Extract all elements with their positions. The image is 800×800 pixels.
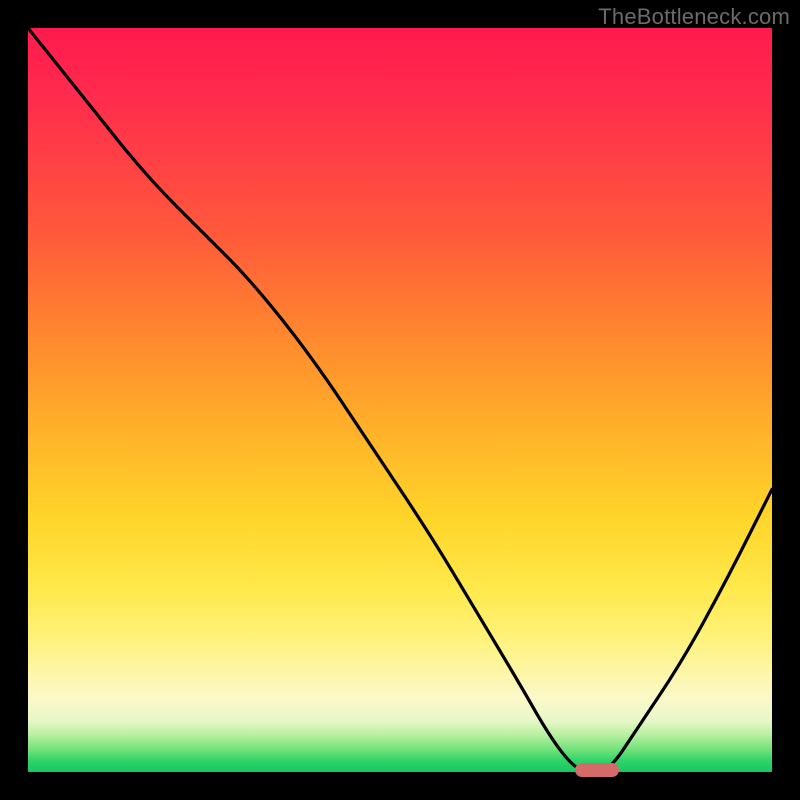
curve-path	[28, 28, 772, 772]
optimum-marker	[575, 763, 620, 777]
watermark-text: TheBottleneck.com	[598, 4, 790, 30]
plot-area	[28, 28, 772, 772]
bottleneck-curve	[28, 28, 772, 772]
chart-frame: TheBottleneck.com	[0, 0, 800, 800]
